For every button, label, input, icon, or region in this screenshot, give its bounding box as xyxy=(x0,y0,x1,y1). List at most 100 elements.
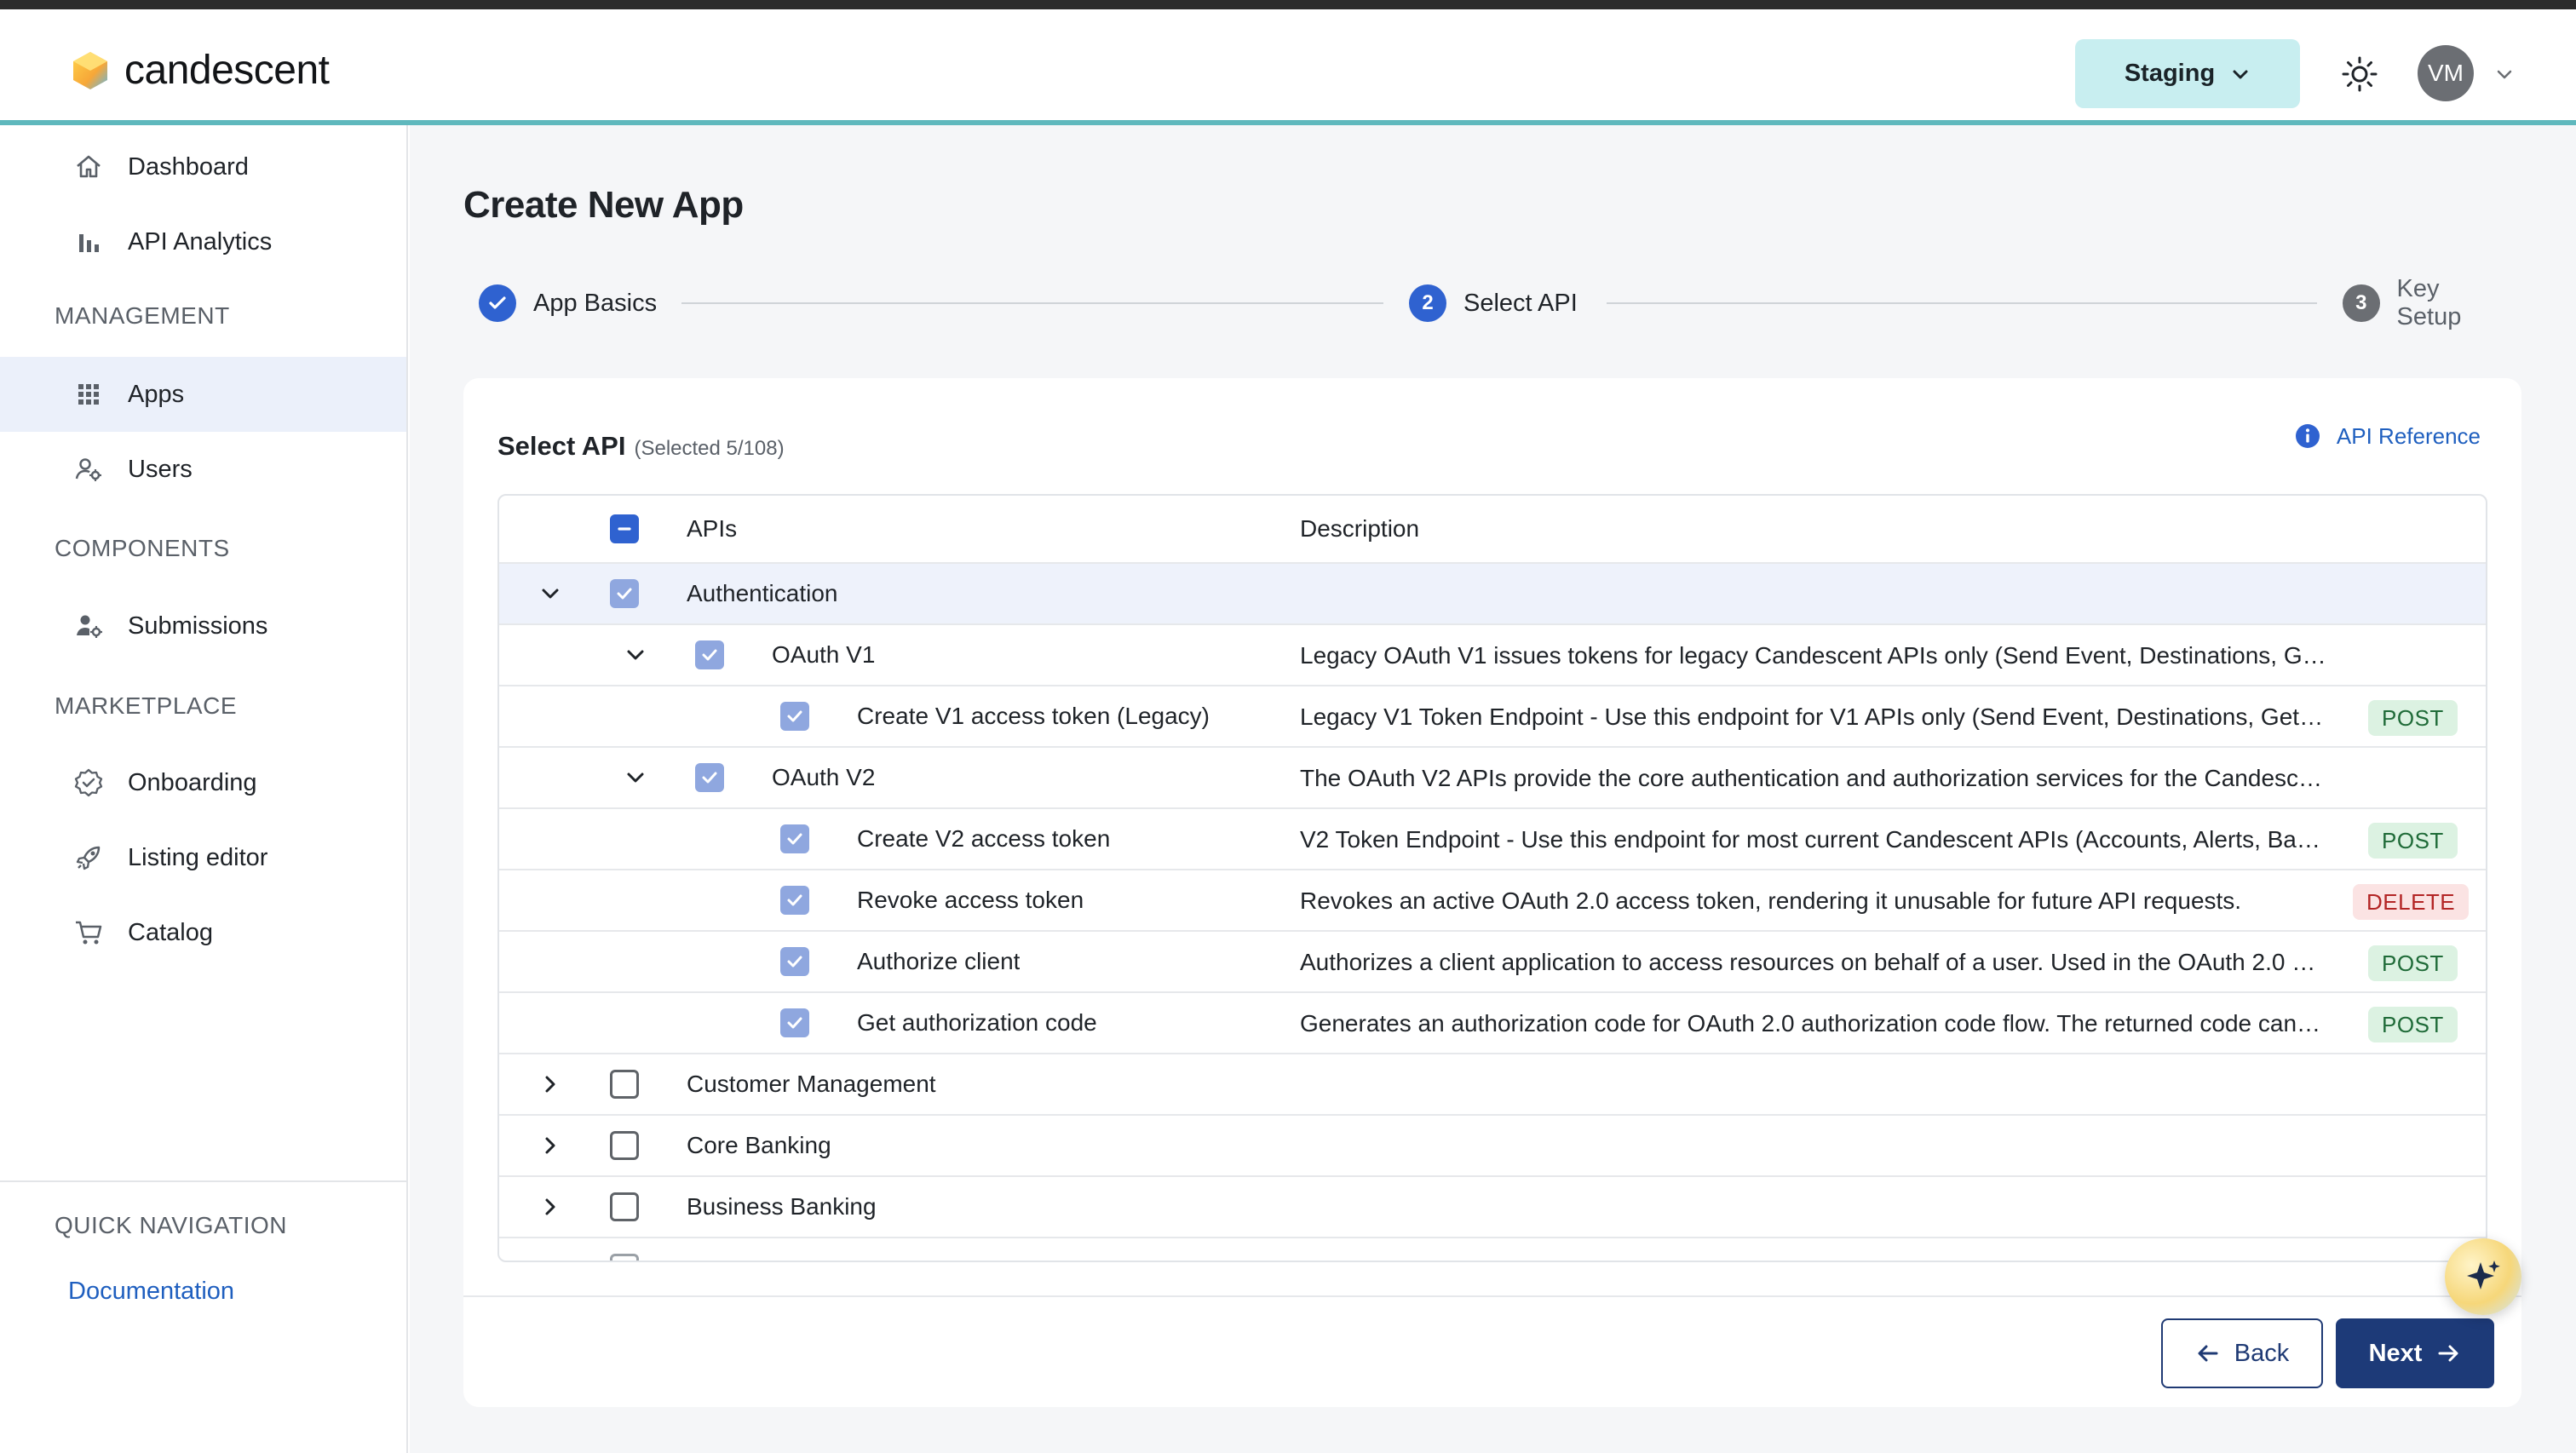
chevron-down-icon xyxy=(620,762,651,793)
section-label-quick-navigation: QUICK NAVIGATION xyxy=(55,1212,287,1238)
step-key-setup[interactable]: 3 Key Setup xyxy=(2343,275,2510,330)
table-row[interactable]: Get authorization code Generates an autho… xyxy=(499,993,2486,1054)
row-checkbox[interactable] xyxy=(695,625,724,685)
cart-icon xyxy=(72,916,106,950)
table-row[interactable]: Create V2 access token V2 Token Endpoint … xyxy=(499,809,2486,870)
page-title: Create New App xyxy=(463,184,744,226)
api-reference-label: API Reference xyxy=(2336,422,2481,449)
api-name: Core Banking xyxy=(687,1132,831,1158)
table-row[interactable]: Customer Management xyxy=(499,1054,2486,1116)
api-name: Get authorization code xyxy=(857,1009,1097,1036)
checkbox-empty-icon xyxy=(610,1131,639,1160)
checkbox-empty-icon xyxy=(610,1070,639,1099)
http-method-badge: POST xyxy=(2368,700,2458,736)
step-number: 3 xyxy=(2343,284,2380,322)
table-row[interactable]: Authentication xyxy=(499,564,2486,625)
theme-toggle-button[interactable] xyxy=(2337,52,2382,96)
sidebar-item-dashboard[interactable]: Dashboard xyxy=(0,129,406,204)
checkbox-checked-icon xyxy=(695,640,724,669)
table-row[interactable]: OAuth V2 The OAuth V2 APIs provide the co… xyxy=(499,748,2486,809)
chevron-down-icon xyxy=(2497,70,2512,79)
sidebar-item-api-analytics[interactable]: API Analytics xyxy=(0,204,406,279)
users-gear-icon xyxy=(72,452,106,486)
checkbox-checked-icon xyxy=(780,824,809,853)
checkbox-checked-icon xyxy=(695,763,724,792)
sparkles-icon xyxy=(2467,1261,2500,1289)
wizard-stepper: App Basics 2 Select API 3 Key Setup xyxy=(479,275,2510,330)
api-name: OAuth V2 xyxy=(772,764,876,790)
row-checkbox[interactable] xyxy=(610,1177,639,1237)
documentation-link[interactable]: Documentation xyxy=(68,1278,234,1306)
table-row[interactable]: Business Banking xyxy=(499,1177,2486,1238)
arrow-right-icon xyxy=(2438,1345,2458,1362)
sidebar-item-label: Listing editor xyxy=(128,843,268,871)
api-name: Customer Management xyxy=(687,1071,936,1097)
user-avatar[interactable]: VM xyxy=(2418,45,2474,101)
http-method-badge: POST xyxy=(2368,945,2458,981)
row-checkbox[interactable] xyxy=(610,1054,639,1114)
step-app-basics[interactable]: App Basics xyxy=(479,283,657,324)
sidebar-item-submissions[interactable]: Submissions xyxy=(0,589,406,663)
sidebar-item-onboarding[interactable]: Onboarding xyxy=(0,745,406,820)
table-row[interactable]: Create V1 access token (Legacy) Legacy V1… xyxy=(499,686,2486,748)
table-row[interactable]: Revoke access token Revokes an active OAu… xyxy=(499,870,2486,932)
brand-name: candescent xyxy=(124,48,330,93)
api-name: Authorize client xyxy=(857,948,1021,974)
api-reference-link[interactable]: API Reference xyxy=(2294,422,2481,450)
row-checkbox[interactable] xyxy=(780,686,809,746)
api-description: Revokes an active OAuth 2.0 access token… xyxy=(1300,887,2242,914)
row-checkbox[interactable] xyxy=(780,870,809,930)
sidebar-divider xyxy=(0,1180,406,1182)
checkbox-checked-icon xyxy=(780,702,809,731)
row-checkbox[interactable] xyxy=(610,564,639,623)
api-description: V2 Token Endpoint - Use this endpoint fo… xyxy=(1300,826,2326,853)
api-description: Legacy V1 Token Endpoint - Use this endp… xyxy=(1300,704,2326,730)
back-label: Back xyxy=(2234,1339,2290,1367)
select-api-title: Select API xyxy=(497,431,626,461)
environment-selector[interactable]: Staging xyxy=(2075,39,2300,108)
sidebar-item-catalog[interactable]: Catalog xyxy=(0,895,406,970)
row-checkbox[interactable] xyxy=(780,932,809,991)
step-select-api[interactable]: 2 Select API xyxy=(1409,283,1578,324)
chevron-down-icon xyxy=(2233,70,2248,78)
table-row[interactable]: Core Banking xyxy=(499,1116,2486,1177)
sidebar-item-label: Submissions xyxy=(128,612,268,640)
row-checkbox[interactable] xyxy=(780,809,809,869)
next-button[interactable]: Next xyxy=(2336,1318,2494,1388)
sidebar-item-label: Dashboard xyxy=(128,152,249,181)
check-circle-icon xyxy=(479,284,516,322)
user-gear-icon xyxy=(72,609,106,643)
step-connector xyxy=(1607,302,2317,304)
ai-assistant-button[interactable] xyxy=(2445,1238,2521,1315)
arrow-left-icon xyxy=(2198,1345,2218,1362)
chevron-right-icon xyxy=(535,1069,566,1100)
row-checkbox[interactable] xyxy=(780,993,809,1053)
table-row[interactable]: OAuth V1 Legacy OAuth V1 issues tokens fo… xyxy=(499,625,2486,686)
sidebar-item-apps[interactable]: Apps xyxy=(0,357,406,432)
select-all-checkbox[interactable] xyxy=(610,496,639,562)
row-checkbox[interactable] xyxy=(610,1116,639,1175)
expand-toggle[interactable] xyxy=(620,748,651,807)
sidebar-item-label: API Analytics xyxy=(128,227,273,256)
expand-toggle[interactable] xyxy=(535,564,566,623)
step-number: 2 xyxy=(1409,284,1446,322)
api-name: Revoke access token xyxy=(857,887,1084,913)
partial-checkbox-peek xyxy=(610,1254,639,1261)
candescent-logo-icon xyxy=(73,51,107,89)
row-checkbox[interactable] xyxy=(695,748,724,807)
http-method-badge: POST xyxy=(2368,1007,2458,1042)
checkbox-indeterminate-icon xyxy=(610,514,639,543)
expand-toggle[interactable] xyxy=(535,1054,566,1114)
account-menu-button[interactable] xyxy=(2487,60,2521,88)
expand-toggle[interactable] xyxy=(535,1116,566,1175)
api-table: APIs Description Authentication OAuth V1 L… xyxy=(497,494,2487,1262)
grid-icon xyxy=(72,377,106,411)
sidebar-item-listing-editor[interactable]: Listing editor xyxy=(0,820,406,895)
sidebar-item-users[interactable]: Users xyxy=(0,432,406,507)
back-button[interactable]: Back xyxy=(2161,1318,2323,1388)
brand-logo[interactable]: candescent xyxy=(72,47,330,94)
rocket-icon xyxy=(72,841,106,875)
table-row[interactable]: Authorize client Authorizes a client appl… xyxy=(499,932,2486,993)
expand-toggle[interactable] xyxy=(535,1177,566,1237)
expand-toggle[interactable] xyxy=(620,625,651,685)
